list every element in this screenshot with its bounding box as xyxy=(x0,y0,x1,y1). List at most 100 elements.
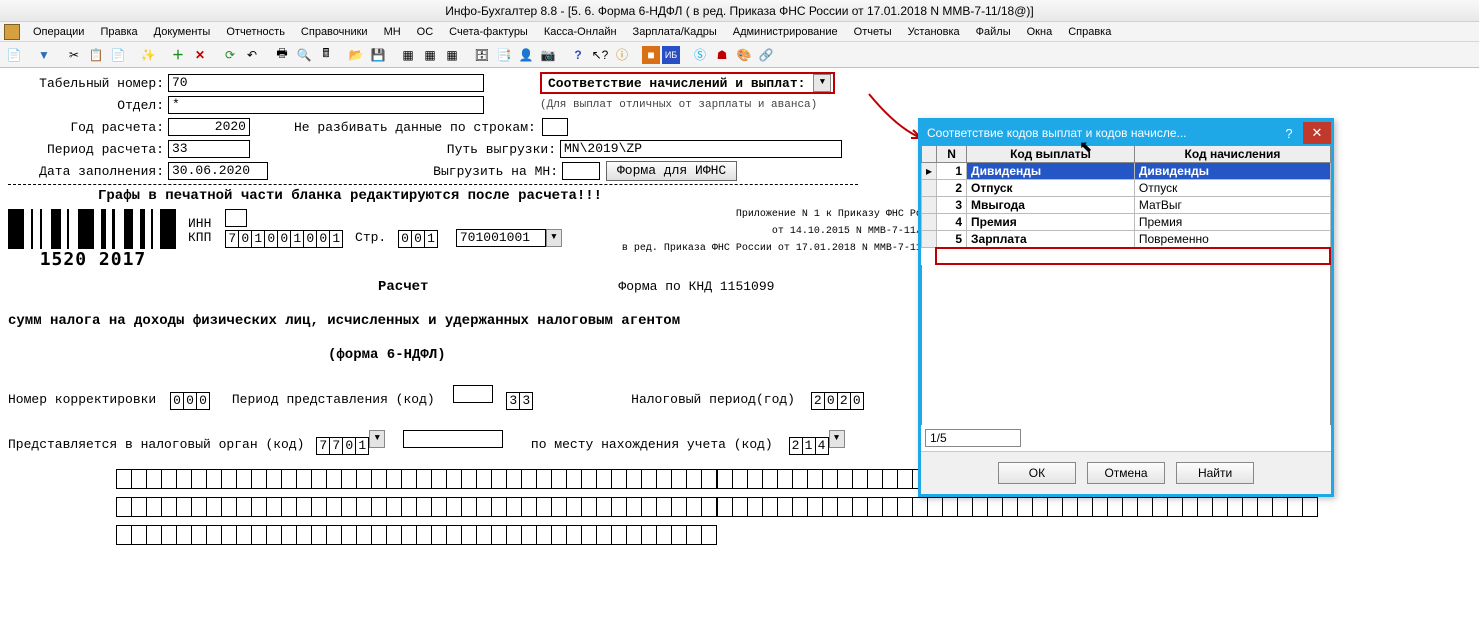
digit-cell[interactable]: 0 xyxy=(277,230,291,248)
digit-cell[interactable]: 1 xyxy=(329,230,343,248)
digit-cell[interactable]: 2 xyxy=(789,437,803,455)
wand-icon[interactable]: ✨ xyxy=(138,45,158,65)
add-icon[interactable]: ＋ xyxy=(168,45,188,65)
match-dropdown-button[interactable]: ▾ xyxy=(813,74,831,92)
digit-cell[interactable]: 1 xyxy=(355,437,369,455)
digit-cell[interactable]: 0 xyxy=(850,392,864,410)
grid-row[interactable]: 2ОтпускОтпуск xyxy=(922,180,1331,197)
pp-cells[interactable]: 33 xyxy=(506,392,533,410)
colors-icon[interactable]: 🎨 xyxy=(734,45,754,65)
otdel-input[interactable]: * xyxy=(168,96,484,114)
mapping-grid[interactable]: N Код выплаты Код начисления ▸1Дивиденды… xyxy=(921,145,1331,248)
code-box[interactable]: 701001001 xyxy=(456,229,546,247)
path-input[interactable]: MN\2019\ZP xyxy=(560,140,842,158)
menu-documents[interactable]: Документы xyxy=(147,25,218,39)
digit-cell[interactable]: 2 xyxy=(837,392,851,410)
open-icon[interactable]: 📂 xyxy=(346,45,366,65)
digit-cell[interactable]: 0 xyxy=(342,437,356,455)
new-icon[interactable]: 📄 xyxy=(4,45,24,65)
grid-row[interactable]: 3МвыгодаМатВыг xyxy=(922,197,1331,214)
grid-row[interactable]: 4ПремияПремия xyxy=(922,214,1331,231)
digit-cell[interactable]: 7 xyxy=(329,437,343,455)
dialog-close-button[interactable]: ✕ xyxy=(1303,122,1331,144)
menu-setup[interactable]: Установка xyxy=(901,25,967,39)
digit-cell[interactable]: 1 xyxy=(424,230,438,248)
paste-icon[interactable]: 📄 xyxy=(108,45,128,65)
menu-edit[interactable]: Правка xyxy=(93,25,144,39)
menu-admin[interactable]: Администрирование xyxy=(726,25,845,39)
dialog-ok-button[interactable]: ОК xyxy=(998,462,1076,484)
code-dropdown-icon[interactable]: ▾ xyxy=(546,229,562,247)
digit-cell[interactable]: 1 xyxy=(290,230,304,248)
mesto-dropdown-icon[interactable]: ▾ xyxy=(829,430,845,448)
skype-icon[interactable]: Ⓢ xyxy=(690,45,710,65)
digit-cell[interactable]: 1 xyxy=(802,437,816,455)
copy-icon[interactable]: 📋 xyxy=(86,45,106,65)
digit-cell[interactable]: 7 xyxy=(316,437,330,455)
digit-cell[interactable]: 0 xyxy=(303,230,317,248)
menu-mn[interactable]: МН xyxy=(377,25,408,39)
pp-extra-input[interactable] xyxy=(453,385,493,403)
help-q-icon[interactable]: ? xyxy=(568,45,588,65)
menu-reporting[interactable]: Отчетность xyxy=(219,25,292,39)
digit-cell[interactable]: 0 xyxy=(264,230,278,248)
blue1-icon[interactable]: ИБ xyxy=(662,46,680,64)
menu-reports[interactable]: Отчеты xyxy=(847,25,899,39)
link-icon[interactable]: 🔗 xyxy=(756,45,776,65)
menu-cash[interactable]: Касса-Онлайн xyxy=(537,25,624,39)
list-icon[interactable]: 📑 xyxy=(494,45,514,65)
digit-cell[interactable]: 0 xyxy=(183,392,197,410)
filter-icon[interactable]: ▼ xyxy=(34,45,54,65)
sheet1-icon[interactable]: ▦ xyxy=(398,45,418,65)
menu-oc[interactable]: ОС xyxy=(410,25,441,39)
preview-icon[interactable]: 🔍 xyxy=(294,45,314,65)
dialog-cancel-button[interactable]: Отмена xyxy=(1087,462,1165,484)
year-input[interactable]: 2020 xyxy=(168,118,250,136)
dialog-help-button[interactable]: ? xyxy=(1275,122,1303,144)
save-icon[interactable]: 💾 xyxy=(368,45,388,65)
grid-new-row[interactable] xyxy=(935,247,1331,265)
korr-cells[interactable]: 000 xyxy=(170,392,210,410)
menu-files[interactable]: Файлы xyxy=(969,25,1018,39)
kpp-cells[interactable]: 701001001 xyxy=(225,230,343,248)
delete-icon[interactable]: ✕ xyxy=(190,45,210,65)
menu-invoices[interactable]: Счета-фактуры xyxy=(442,25,535,39)
str-cells[interactable]: 001 xyxy=(398,230,438,248)
refresh-icon[interactable]: ⟳ xyxy=(220,45,240,65)
digit-cell[interactable]: 3 xyxy=(519,392,533,410)
red-icon[interactable]: ☗ xyxy=(712,45,732,65)
digit-cell[interactable]: 3 xyxy=(506,392,520,410)
organ-cells[interactable]: 7701 xyxy=(316,437,369,455)
db-icon[interactable]: 🗄 xyxy=(472,45,492,65)
undo-icon[interactable]: ↶ xyxy=(242,45,262,65)
no-split-checkbox[interactable] xyxy=(542,118,568,136)
print-icon[interactable]: 🖶 xyxy=(272,45,292,65)
menu-salary[interactable]: Зарплата/Кадры xyxy=(626,25,724,39)
inn-input[interactable] xyxy=(225,209,247,227)
period-input[interactable]: 33 xyxy=(168,140,250,158)
menu-directories[interactable]: Справочники xyxy=(294,25,375,39)
organ-dropdown-icon[interactable]: ▾ xyxy=(369,430,385,448)
digit-cell[interactable]: 0 xyxy=(411,230,425,248)
sheet2-icon[interactable]: ▦ xyxy=(420,45,440,65)
mesto-cells[interactable]: 214 xyxy=(789,437,829,455)
grid-row[interactable]: 5ЗарплатаПовременно xyxy=(922,231,1331,248)
orange1-icon[interactable]: ■ xyxy=(642,46,660,64)
sheet3-icon[interactable]: ▦ xyxy=(442,45,462,65)
menu-windows[interactable]: Окна xyxy=(1020,25,1060,39)
help-arrow-icon[interactable]: ↖? xyxy=(590,45,610,65)
digit-cell[interactable]: 0 xyxy=(238,230,252,248)
name-cell-row[interactable] xyxy=(717,497,1318,517)
tab-num-input[interactable]: 70 xyxy=(168,74,484,92)
digit-cell[interactable]: 0 xyxy=(824,392,838,410)
digit-cell[interactable]: 0 xyxy=(196,392,210,410)
dialog-find-button[interactable]: Найти xyxy=(1176,462,1254,484)
ifns-form-button[interactable]: Форма для ИФНС xyxy=(606,161,737,181)
name-cell-row[interactable] xyxy=(116,497,717,517)
name-cell-row[interactable] xyxy=(116,525,717,545)
grid-row[interactable]: ▸1ДивидендыДивиденды xyxy=(922,163,1331,180)
menu-operations[interactable]: Операции xyxy=(26,25,91,39)
camera-icon[interactable]: 📷 xyxy=(538,45,558,65)
cut-icon[interactable]: ✂ xyxy=(64,45,84,65)
digit-cell[interactable]: 0 xyxy=(316,230,330,248)
